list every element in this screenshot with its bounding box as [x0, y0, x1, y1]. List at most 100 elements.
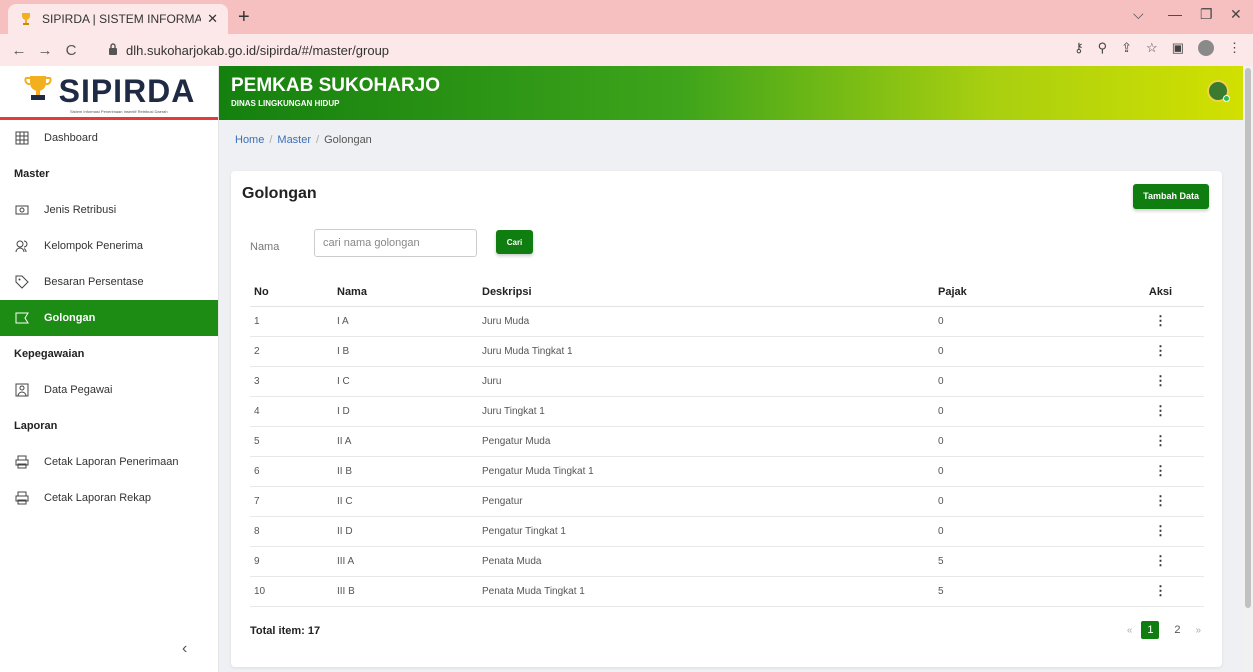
cell-pajak: 0 [938, 456, 1117, 487]
tab-list-dropdown-icon[interactable]: ⌵ [1133, 6, 1144, 23]
tambah-data-button[interactable]: Tambah Data [1133, 184, 1209, 209]
back-button[interactable]: ← [6, 42, 32, 59]
close-window-button[interactable]: ✕ [1230, 6, 1242, 23]
row-actions-menu-icon[interactable]: ⋮ [1154, 403, 1167, 418]
cell-pajak: 0 [938, 336, 1117, 367]
lock-icon [108, 42, 118, 58]
reload-button[interactable]: C [58, 42, 84, 59]
sidebar-logo[interactable]: SIPIRDA Sistem Informasi Penerimaan Inse… [0, 66, 218, 120]
page-scrollbar[interactable] [1243, 66, 1253, 672]
printer-icon [14, 454, 30, 470]
url-field[interactable]: dlh.sukoharjokab.go.id/sipirda/#/master/… [108, 38, 1028, 62]
cell-pajak: 0 [938, 516, 1117, 547]
sidebar-item-label: Kelompok Penerima [44, 240, 144, 252]
cell-nama: I C [337, 366, 482, 397]
sidebar-item-cetak-laporan-penerimaan[interactable]: Cetak Laporan Penerimaan [0, 444, 218, 480]
column-header-nama[interactable]: Nama [337, 278, 482, 307]
cell-pajak: 0 [938, 366, 1117, 397]
search-input[interactable] [314, 229, 477, 257]
row-actions-menu-icon[interactable]: ⋮ [1154, 463, 1167, 478]
sidebar-item-besaran-persentase[interactable]: Besaran Persentase [0, 264, 218, 300]
sidepanel-icon[interactable]: ▣ [1172, 40, 1184, 56]
cell-deskripsi: Juru Tingkat 1 [482, 396, 938, 427]
sidebar-item-label: Jenis Retribusi [44, 204, 117, 216]
breadcrumb: Home / Master / Golongan [235, 134, 372, 146]
sidebar-collapse-button[interactable]: ‹ [182, 640, 187, 658]
users-icon [14, 238, 30, 254]
cell-nama: II A [337, 426, 482, 457]
cell-pajak: 5 [938, 546, 1117, 577]
row-actions-menu-icon[interactable]: ⋮ [1154, 343, 1167, 358]
sidebar-item-dashboard[interactable]: Dashboard [0, 120, 218, 156]
pagination-next-button[interactable]: » [1195, 625, 1201, 636]
forward-button[interactable]: → [32, 42, 58, 59]
browser-menu-icon[interactable]: ⋮ [1228, 40, 1241, 56]
total-items: Total item: 17 [250, 625, 321, 637]
cell-nama: III A [337, 546, 482, 577]
cell-no: 4 [250, 396, 337, 427]
online-status-icon [1223, 95, 1230, 102]
user-avatar[interactable] [1207, 80, 1230, 102]
cell-deskripsi: Juru [482, 366, 938, 397]
breadcrumb-home[interactable]: Home [235, 134, 264, 146]
key-icon[interactable]: ⚷ [1074, 40, 1084, 56]
sidebar-item-jenis-retribusi[interactable]: Jenis Retribusi [0, 192, 218, 228]
cell-deskripsi: Penata Muda Tingkat 1 [482, 576, 938, 607]
sidebar-item-golongan[interactable]: Golongan [0, 300, 218, 336]
sidebar-item-kelompok-penerima[interactable]: Kelompok Penerima [0, 228, 218, 264]
table-row: 9 III A Penata Muda 5 ⋮ [250, 546, 1204, 577]
header-subtitle: DINAS LINGKUNGAN HIDUP [231, 99, 340, 108]
filter-label: Nama [250, 241, 280, 253]
cell-nama: II D [337, 516, 482, 547]
pagination-prev-button[interactable]: « [1127, 625, 1133, 636]
sidebar-section-master: Master [14, 168, 50, 180]
sidebar-item-label: Cetak Laporan Rekap [44, 492, 152, 504]
cell-pajak: 5 [938, 576, 1117, 607]
sidebar-item-data-pegawai[interactable]: Data Pegawai [0, 372, 218, 408]
table-header-row: No Nama Deskripsi Pajak Aksi [250, 278, 1204, 307]
row-actions-menu-icon[interactable]: ⋮ [1154, 313, 1167, 328]
tag-icon [14, 274, 30, 290]
cell-pajak: 0 [938, 306, 1117, 337]
browser-tab[interactable]: SIPIRDA | SISTEM INFORMASI PE ✕ [8, 4, 228, 34]
cell-deskripsi: Pengatur [482, 486, 938, 517]
golongan-table: No Nama Deskripsi Pajak Aksi 1 I A Juru … [250, 278, 1204, 607]
profile-avatar-icon[interactable] [1198, 40, 1214, 56]
golongan-card: Golongan Tambah Data Nama Cari No Nama D… [231, 171, 1222, 667]
bookmark-star-icon[interactable]: ☆ [1146, 40, 1158, 56]
column-header-no[interactable]: No [250, 278, 337, 307]
cell-deskripsi: Pengatur Muda [482, 426, 938, 457]
cell-no: 3 [250, 366, 337, 397]
trophy-logo-icon [23, 73, 53, 111]
zoom-icon[interactable]: ⚲ [1098, 40, 1108, 56]
column-header-deskripsi[interactable]: Deskripsi [482, 278, 938, 307]
sidebar-item-label: Besaran Persentase [44, 276, 144, 288]
row-actions-menu-icon[interactable]: ⋮ [1154, 553, 1167, 568]
url-text: dlh.sukoharjokab.go.id/sipirda/#/master/… [126, 42, 390, 58]
cell-nama: I D [337, 396, 482, 427]
restore-button[interactable]: ❐ [1200, 6, 1213, 23]
cell-no: 1 [250, 306, 337, 337]
sidebar-item-cetak-laporan-rekap[interactable]: Cetak Laporan Rekap [0, 480, 218, 516]
pagination-page-2[interactable]: 2 [1168, 621, 1186, 639]
column-header-pajak[interactable]: Pajak [938, 278, 1117, 307]
new-tab-button[interactable]: + [238, 6, 250, 29]
breadcrumb-master[interactable]: Master [277, 134, 311, 146]
row-actions-menu-icon[interactable]: ⋮ [1154, 373, 1167, 388]
sidebar-section-laporan: Laporan [14, 420, 58, 432]
tab-close-icon[interactable]: ✕ [207, 11, 218, 27]
row-actions-menu-icon[interactable]: ⋮ [1154, 523, 1167, 538]
pagination-page-1[interactable]: 1 [1141, 621, 1160, 639]
cell-deskripsi: Juru Muda Tingkat 1 [482, 336, 938, 367]
app-root: SIPIRDA Sistem Informasi Penerimaan Inse… [0, 66, 1253, 672]
row-actions-menu-icon[interactable]: ⋮ [1154, 583, 1167, 598]
table-row: 8 II D Pengatur Tingkat 1 0 ⋮ [250, 516, 1204, 547]
row-actions-menu-icon[interactable]: ⋮ [1154, 493, 1167, 508]
sidebar-item-label: Cetak Laporan Penerimaan [44, 456, 179, 468]
row-actions-menu-icon[interactable]: ⋮ [1154, 433, 1167, 448]
share-icon[interactable]: ⇪ [1121, 40, 1132, 56]
scrollbar-thumb[interactable] [1245, 68, 1251, 608]
minimize-button[interactable]: — [1168, 6, 1182, 22]
table-row: 2 I B Juru Muda Tingkat 1 0 ⋮ [250, 336, 1204, 367]
search-button[interactable]: Cari [496, 230, 533, 254]
